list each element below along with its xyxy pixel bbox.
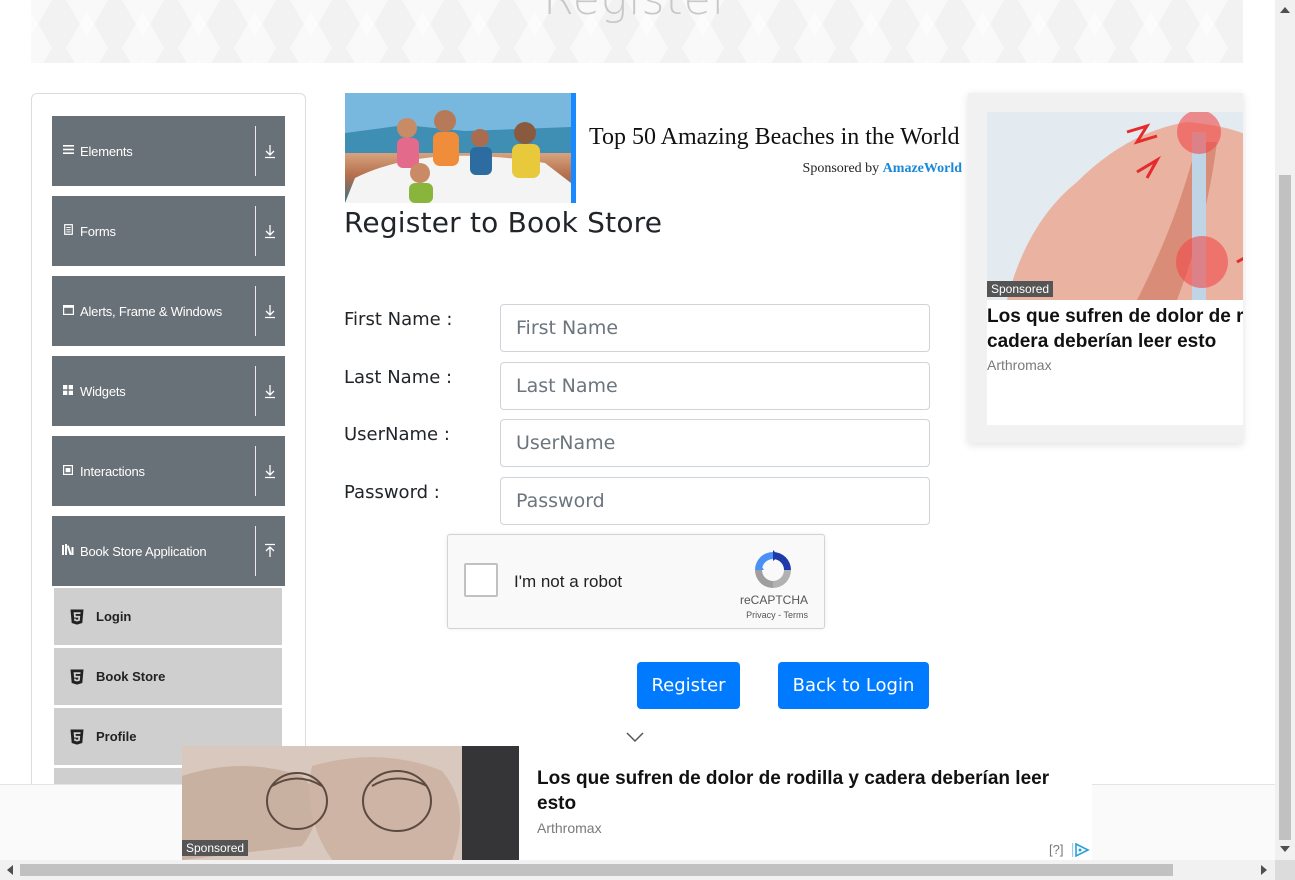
bottom-ad[interactable]: Sponsored Los que sufren de dolor de rod… xyxy=(182,746,1092,860)
recaptcha-label: I'm not a robot xyxy=(514,572,623,591)
scroll-down-arrow-icon[interactable] xyxy=(1280,846,1290,852)
download-arrow-icon[interactable] xyxy=(263,142,277,160)
right-ad[interactable]: Sponsored Los que sufren de dolor de rod… xyxy=(968,93,1243,443)
document-icon xyxy=(52,224,80,238)
register-button[interactable]: Register xyxy=(637,662,740,709)
recaptcha-widget: I'm not a robot reCAPTCHA Privacy - Term… xyxy=(447,534,825,629)
recaptcha-checkbox[interactable] xyxy=(464,563,498,597)
ad-help-link[interactable]: [?] xyxy=(1049,842,1063,857)
divider xyxy=(255,206,256,256)
vertical-scroll-thumb[interactable] xyxy=(1279,175,1291,840)
recaptcha-brand: reCAPTCHA xyxy=(739,593,808,607)
sidebar-group-book-store-application[interactable]: Book Store Application xyxy=(52,516,285,586)
recaptcha-logo-icon xyxy=(755,550,791,588)
sidebar-item-label: Book Store xyxy=(96,669,166,684)
page: Register Elements Forms Alerts, Frame & … xyxy=(0,0,1295,880)
adchoices-icon[interactable] xyxy=(1072,842,1090,858)
form-heading: Register to Book Store xyxy=(344,206,663,239)
sidebar-item-label: Login xyxy=(96,609,132,624)
right-ad-card[interactable]: Sponsored Los que sufren de dolor de rod… xyxy=(987,112,1243,425)
last-name-label: Last Name : xyxy=(344,367,453,388)
divider xyxy=(255,446,256,496)
back-to-login-button[interactable]: Back to Login xyxy=(778,662,929,709)
html5-icon xyxy=(54,729,96,745)
password-input[interactable] xyxy=(500,477,930,525)
ad-source[interactable]: Arthromax xyxy=(537,820,602,836)
ad-image-beach-friends[interactable] xyxy=(345,93,571,203)
divider xyxy=(255,366,256,416)
cursor-box-icon xyxy=(52,464,80,478)
sidebar-group-alerts-frame-windows[interactable]: Alerts, Frame & Windows xyxy=(52,276,285,346)
sidebar-item-label: Profile xyxy=(96,729,137,744)
download-arrow-icon[interactable] xyxy=(263,222,277,240)
sidebar-group-forms[interactable]: Forms xyxy=(52,196,285,266)
download-arrow-icon[interactable] xyxy=(263,382,277,400)
divider xyxy=(255,526,256,576)
scrollbar-corner xyxy=(1275,860,1295,880)
ad-sponsor-line: Sponsored by AmazeWorld xyxy=(803,161,962,177)
sidebar-group-interactions[interactable]: Interactions xyxy=(52,436,285,506)
ad-accent-bar xyxy=(571,93,576,203)
divider xyxy=(255,286,256,336)
vertical-scrollbar[interactable] xyxy=(1275,0,1295,860)
sidebar: Elements Forms Alerts, Frame & Windows W… xyxy=(31,93,306,813)
ad-source[interactable]: Arthromax xyxy=(987,357,1052,373)
password-label: Password : xyxy=(344,482,440,503)
html5-icon xyxy=(54,669,96,685)
ad-headline-line: cadera deberían leer esto xyxy=(987,331,1217,352)
horizontal-scrollbar[interactable] xyxy=(0,860,1275,880)
grid-icon xyxy=(52,384,80,398)
horizontal-scroll-thumb[interactable] xyxy=(20,864,1173,876)
page-title: Register xyxy=(31,0,1243,25)
ad-headline[interactable]: Top 50 Amazing Beaches in the World xyxy=(589,124,969,151)
ad-headline[interactable]: Los que sufren de dolor de rodilla y cad… xyxy=(987,304,1243,354)
ad-headline[interactable]: Los que sufren de dolor de rodilla y cad… xyxy=(537,766,1082,816)
top-ad[interactable]: Top 50 Amazing Beaches in the World Spon… xyxy=(345,93,975,203)
username-input[interactable] xyxy=(500,419,930,467)
page-banner: Register xyxy=(31,0,1243,63)
hamburger-icon xyxy=(52,145,80,157)
sidebar-item-book-store[interactable]: Book Store xyxy=(54,648,282,705)
sponsored-badge: Sponsored xyxy=(987,281,1054,297)
divider xyxy=(255,126,256,176)
download-arrow-icon[interactable] xyxy=(263,302,277,320)
scroll-left-arrow-icon[interactable] xyxy=(7,865,13,875)
last-name-input[interactable] xyxy=(500,362,930,410)
html5-icon xyxy=(54,609,96,625)
username-label: UserName : xyxy=(344,424,450,445)
ad-image-knee[interactable]: Sponsored xyxy=(182,746,519,860)
first-name-input[interactable] xyxy=(500,304,930,352)
download-arrow-icon[interactable] xyxy=(263,462,277,480)
sponsored-badge: Sponsored xyxy=(182,840,249,856)
recaptcha-privacy-terms[interactable]: Privacy - Terms xyxy=(746,610,808,620)
window-icon xyxy=(52,304,80,318)
sponsored-by-label: Sponsored by xyxy=(802,161,880,176)
scroll-right-arrow-icon[interactable] xyxy=(1261,865,1267,875)
sidebar-group-widgets[interactable]: Widgets xyxy=(52,356,285,426)
first-name-label: First Name : xyxy=(344,309,453,330)
books-icon xyxy=(52,544,80,558)
scroll-up-arrow-icon[interactable] xyxy=(1280,7,1290,13)
chevron-down-icon[interactable] xyxy=(626,731,644,743)
ad-image-back-pain[interactable]: Sponsored xyxy=(987,112,1243,300)
sidebar-item-login[interactable]: Login xyxy=(54,588,282,645)
upload-arrow-icon[interactable] xyxy=(263,542,277,560)
ad-sponsor-link[interactable]: AmazeWorld xyxy=(883,161,962,176)
ad-headline-line: Los que sufren de dolor de rodilla y xyxy=(987,306,1243,327)
sidebar-group-elements[interactable]: Elements xyxy=(52,116,285,186)
